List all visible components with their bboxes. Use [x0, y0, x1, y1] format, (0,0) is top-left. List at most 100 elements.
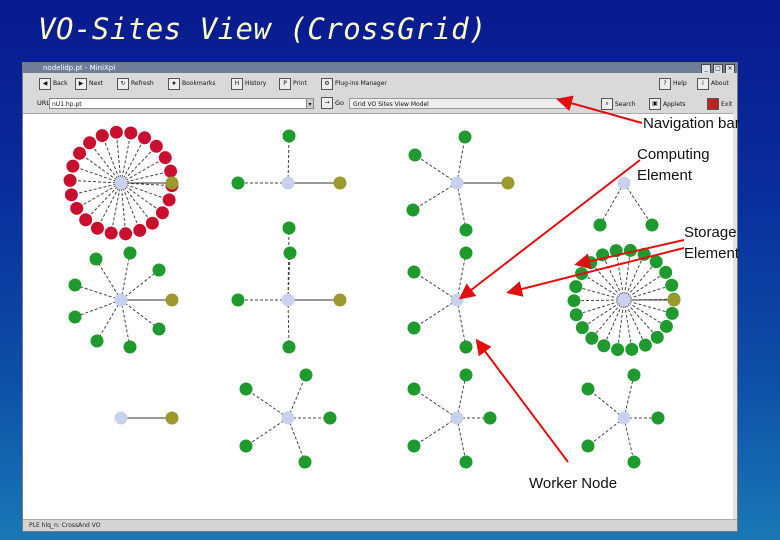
graph-edge — [623, 284, 672, 301]
worker-node — [149, 139, 163, 153]
worker-node — [239, 439, 253, 453]
storage-element — [333, 176, 347, 190]
graph-edge — [599, 182, 625, 226]
storage-element — [165, 293, 179, 307]
storage-element — [333, 293, 347, 307]
graph-edge — [85, 182, 122, 221]
worker-node — [64, 188, 78, 202]
worker-node — [282, 340, 296, 354]
worker-node — [164, 164, 178, 178]
worker-node — [611, 343, 625, 357]
worker-node — [298, 455, 312, 469]
worker-node — [70, 201, 84, 215]
worker-node — [323, 411, 337, 425]
worker-node — [569, 280, 583, 294]
graph-edge — [74, 284, 122, 301]
graph-edge — [456, 252, 467, 301]
worker-node — [68, 310, 82, 324]
worker-node — [651, 411, 665, 425]
graph-edge — [287, 299, 290, 348]
worker-node — [407, 321, 421, 335]
graph-edge — [120, 170, 171, 184]
graph-edge — [575, 286, 625, 301]
computing-element — [114, 176, 128, 190]
worker-node — [95, 129, 109, 143]
graph-edge — [573, 299, 625, 302]
graph-edge — [287, 374, 307, 419]
graph-edge — [245, 388, 289, 419]
graph-edge — [120, 182, 153, 224]
graph-edge — [623, 182, 653, 226]
graph-edge — [587, 417, 625, 447]
worker-node — [407, 439, 421, 453]
graph-edge — [456, 417, 467, 463]
graph-edge — [245, 417, 289, 447]
graph-edge — [587, 388, 625, 419]
worker-node — [645, 218, 659, 232]
graph-edge — [120, 252, 131, 301]
graph-edge — [413, 388, 458, 419]
worker-node — [83, 136, 97, 150]
label-storage-element: Storage Element — [684, 224, 740, 262]
graph-edge — [623, 261, 657, 301]
graph-edge — [287, 417, 306, 463]
label-worker-node: Worker Node — [529, 475, 618, 492]
worker-node — [638, 338, 652, 352]
worker-node — [152, 322, 166, 336]
storage-element — [165, 411, 179, 425]
graph-edge — [456, 182, 467, 231]
worker-node — [89, 252, 103, 266]
vo-sites-graph — [63, 95, 685, 469]
arrow-navigation-bar — [556, 95, 643, 124]
worker-node — [152, 263, 166, 277]
worker-node — [665, 306, 679, 320]
worker-node — [239, 382, 253, 396]
graph-edge — [623, 417, 635, 463]
worker-node — [282, 129, 296, 143]
graph-edge — [456, 299, 467, 348]
worker-node — [162, 193, 176, 207]
worker-node — [283, 246, 297, 260]
worker-node — [158, 151, 172, 165]
worker-node — [282, 221, 296, 235]
worker-node — [124, 126, 138, 140]
computing-element — [450, 176, 464, 190]
worker-node — [459, 455, 473, 469]
worker-node — [299, 368, 313, 382]
storage-element — [667, 293, 681, 307]
computing-element — [281, 293, 295, 307]
worker-node — [145, 216, 159, 230]
arrow-worker-node — [475, 338, 569, 463]
worker-node — [597, 339, 611, 353]
worker-node — [659, 265, 673, 279]
worker-node — [593, 218, 607, 232]
worker-node — [585, 331, 599, 345]
graph-edge — [623, 374, 635, 419]
worker-node — [406, 203, 420, 217]
worker-node — [665, 278, 679, 292]
worker-node — [627, 455, 641, 469]
graph-edge — [623, 299, 673, 314]
worker-node — [650, 330, 664, 344]
worker-node — [459, 246, 473, 260]
worker-node — [155, 206, 169, 220]
graph-edge — [120, 132, 132, 184]
worker-node — [90, 221, 104, 235]
graph-edge — [287, 135, 290, 184]
graph-edge — [615, 250, 625, 301]
graph-edge — [120, 137, 145, 184]
computing-element — [450, 411, 464, 425]
computing-element — [450, 293, 464, 307]
graph-edge — [412, 182, 458, 211]
computing-element — [114, 411, 128, 425]
worker-node — [63, 173, 77, 187]
graph-edge — [413, 271, 458, 301]
graph-edge — [76, 182, 122, 209]
graph-edge — [115, 132, 122, 184]
worker-node — [625, 342, 639, 356]
worker-node — [581, 382, 595, 396]
graph-edge — [74, 299, 122, 318]
graph-edge — [413, 417, 458, 447]
worker-node — [483, 411, 497, 425]
graph-edge — [576, 299, 625, 316]
